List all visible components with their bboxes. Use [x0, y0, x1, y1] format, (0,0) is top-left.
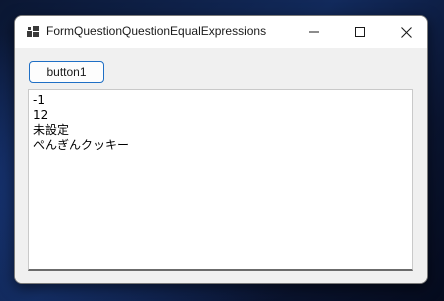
title-bar[interactable]: FormQuestionQuestionEqualExpressions	[15, 16, 427, 48]
maximize-icon	[355, 27, 365, 37]
window-title: FormQuestionQuestionEqualExpressions	[46, 24, 267, 38]
output-line: 12	[33, 108, 49, 122]
form-client-area: button1 -1 12 未設定 ぺんぎんクッキー	[15, 48, 427, 283]
output-textbox[interactable]: -1 12 未設定 ぺんぎんクッキー	[28, 89, 413, 271]
minimize-icon	[309, 31, 319, 33]
app-window: FormQuestionQuestionEqualExpressions but…	[14, 15, 428, 284]
app-icon	[27, 26, 39, 37]
button1[interactable]: button1	[29, 61, 104, 83]
close-button[interactable]	[383, 16, 427, 48]
output-line: -1	[33, 93, 45, 107]
minimize-button[interactable]	[291, 16, 337, 48]
output-line: 未設定	[33, 123, 70, 137]
close-icon	[400, 26, 412, 38]
maximize-button[interactable]	[337, 16, 383, 48]
output-line: ぺんぎんクッキー	[33, 138, 130, 152]
